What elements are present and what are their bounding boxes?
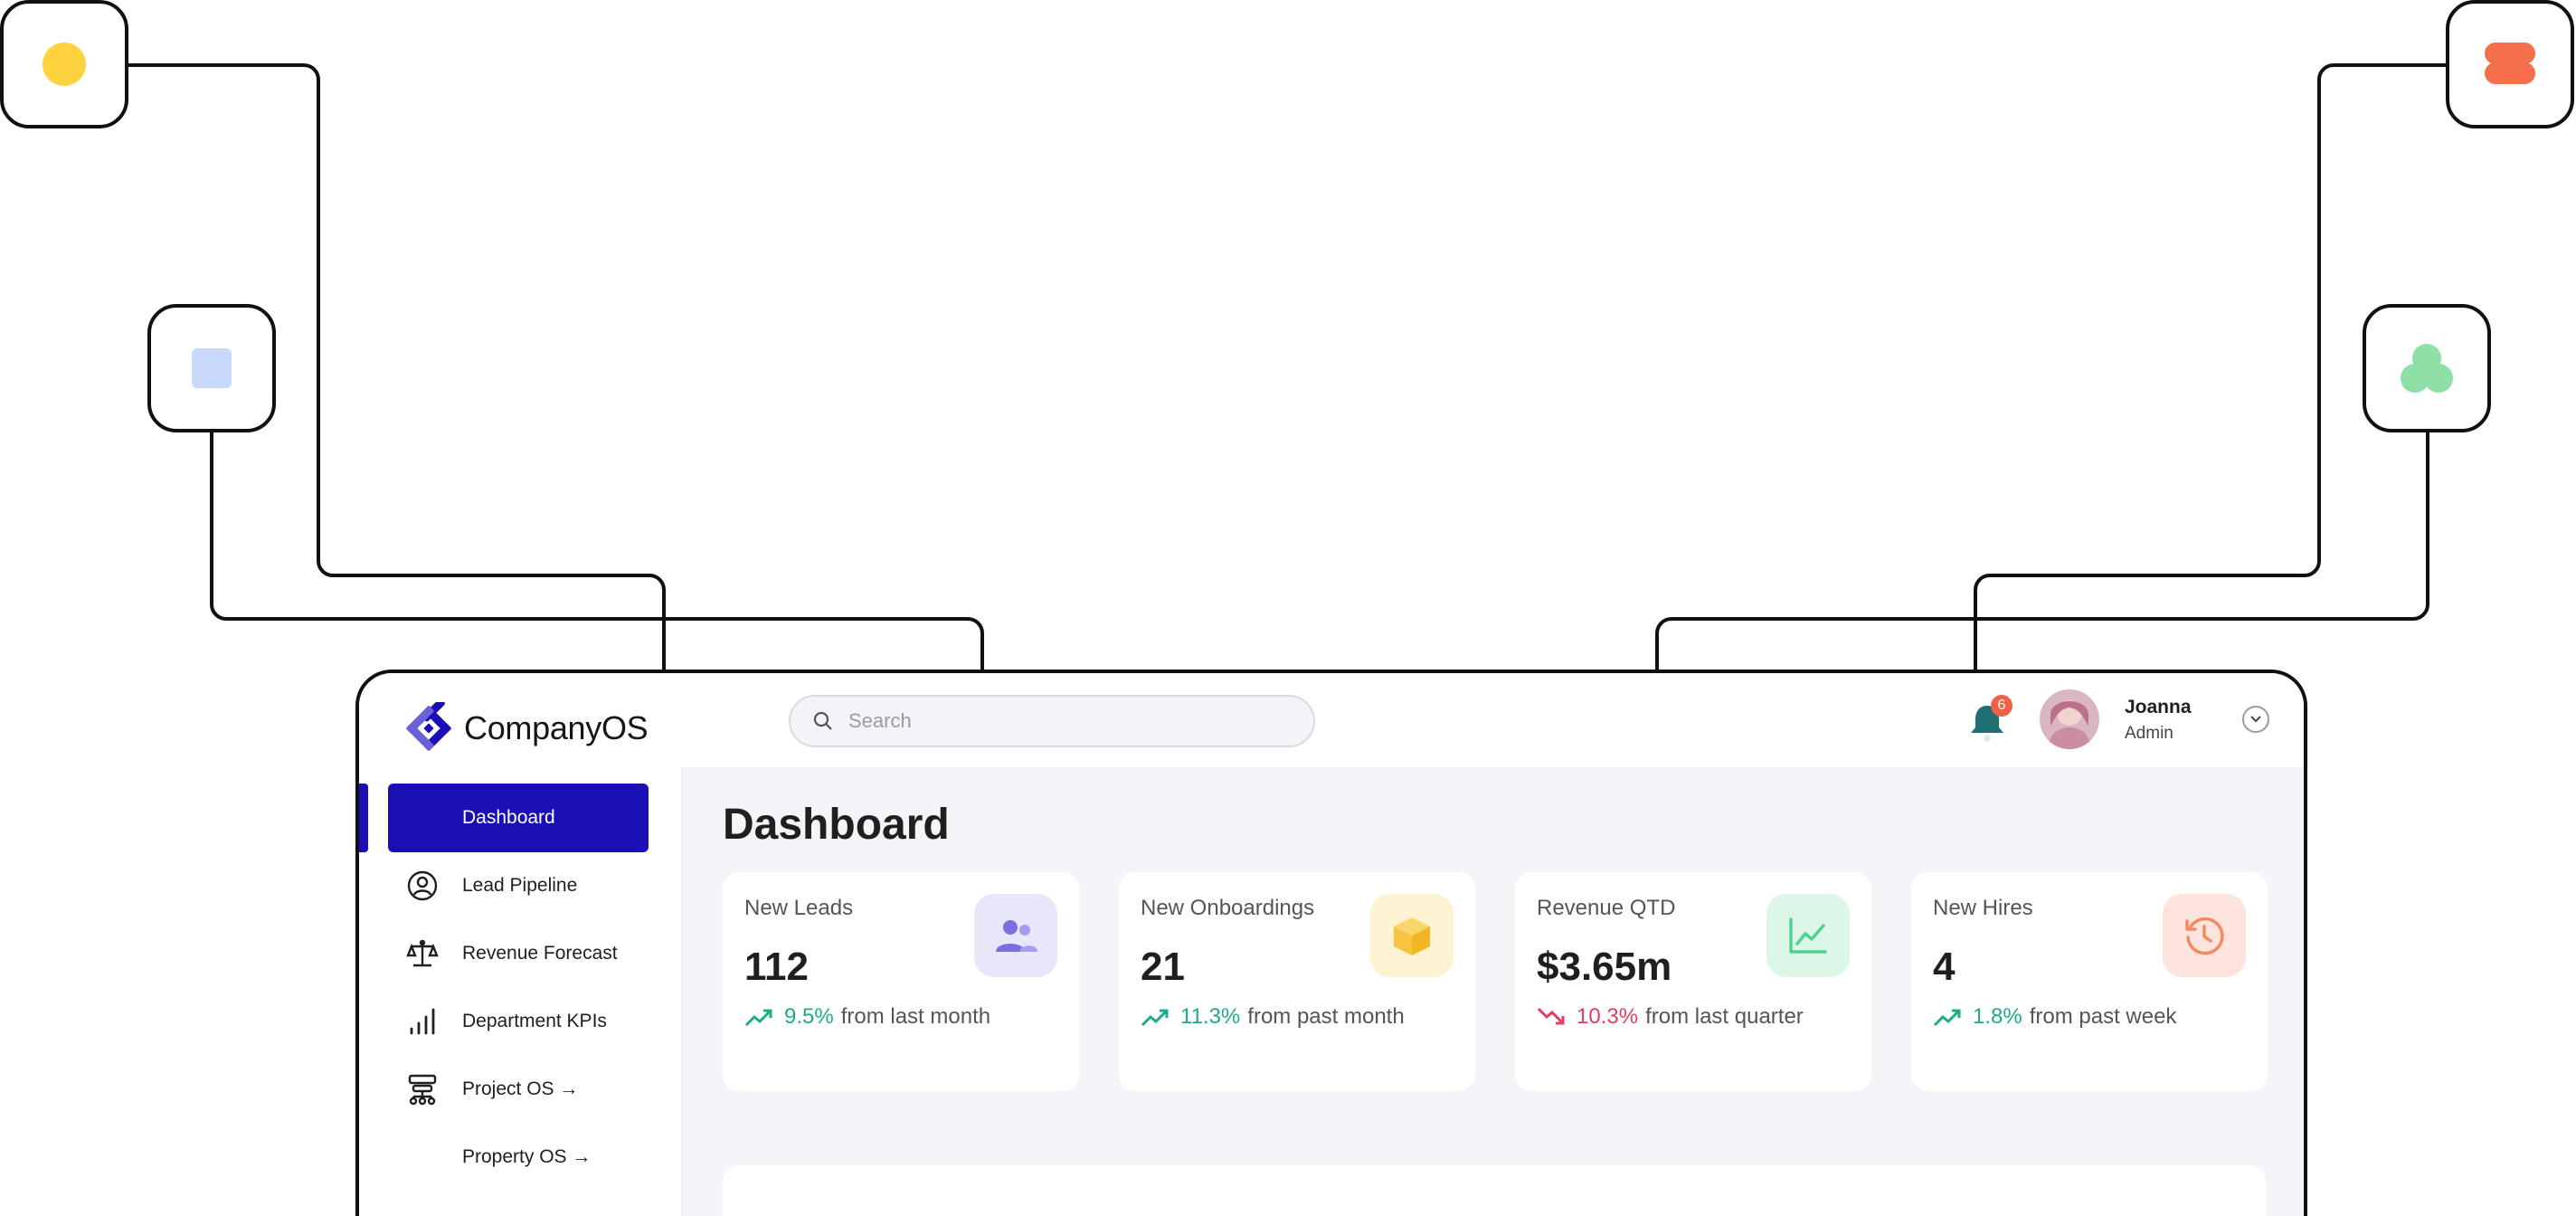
connector-blue <box>210 432 984 670</box>
sidebar: Dashboard Lead Pipeline Revenue Forecast… <box>359 767 683 1216</box>
kpi-label: Revenue QTD <box>1537 896 1676 920</box>
user-role: Admin <box>2125 724 2174 743</box>
trend-percent: 11.3% <box>1180 1004 1241 1029</box>
trend-up-icon <box>1933 1009 1961 1027</box>
notification-count-badge: 6 <box>1991 695 2012 717</box>
logo[interactable]: CompanyOS <box>402 702 649 755</box>
kpi-card-new-hires[interactable]: New Hires 4 1.8% from past week <box>1911 872 2268 1091</box>
search-box[interactable] <box>789 695 1315 747</box>
kpi-value: 4 <box>1933 945 1956 989</box>
sidebar-item-department-kpis[interactable]: Department KPIs <box>388 987 649 1056</box>
kpi-label: New Onboardings <box>1141 896 1315 920</box>
kpi-value: 21 <box>1141 945 1185 989</box>
sidebar-item-lead-pipeline[interactable]: Lead Pipeline <box>388 851 649 920</box>
signal-bars-icon <box>404 1003 440 1040</box>
sidebar-item-label: Lead Pipeline <box>462 875 578 896</box>
kpi-trend: 10.3% from last quarter <box>1537 1004 1804 1030</box>
kpi-label: New Hires <box>1933 896 2033 920</box>
app-window: CompanyOS 6 Joanna Admin <box>355 670 2307 1216</box>
active-nav-marker <box>359 784 368 852</box>
stacked-pills-icon <box>2485 43 2535 84</box>
sidebar-item-label: Dashboard <box>462 807 555 828</box>
user-circle-icon <box>404 868 440 904</box>
trend-text: from past month <box>1247 1004 1405 1029</box>
yellow-circle-icon <box>43 43 86 86</box>
lower-panel <box>723 1165 2266 1216</box>
app-tile-blue[interactable] <box>147 304 276 432</box>
trend-text: from last month <box>840 1004 991 1029</box>
search-input[interactable] <box>848 709 1283 733</box>
search-icon <box>813 711 832 730</box>
main-content: Dashboard New Leads 112 9.5% from last m… <box>683 767 2304 1216</box>
app-name: CompanyOS <box>464 709 649 746</box>
box-icon <box>1370 894 1454 977</box>
trend-percent: 10.3% <box>1577 1004 1639 1029</box>
avatar[interactable] <box>2040 689 2099 749</box>
page-title: Dashboard <box>723 801 950 849</box>
blue-square-icon <box>192 348 232 388</box>
app-tile-red[interactable] <box>2446 0 2574 128</box>
sidebar-item-label: Project OS → <box>462 1078 579 1099</box>
users-icon <box>974 894 1057 977</box>
notifications-button[interactable]: 6 <box>1967 695 2012 744</box>
scale-icon <box>404 936 440 972</box>
app-tile-yellow[interactable] <box>0 0 128 128</box>
org-chart-icon <box>404 1071 440 1107</box>
sidebar-item-project-os[interactable]: Project OS → <box>388 1055 649 1124</box>
history-icon <box>2163 894 2246 977</box>
user-menu-dropdown[interactable] <box>2242 706 2269 733</box>
sidebar-item-label: Department KPIs <box>462 1011 607 1031</box>
kpi-trend: 11.3% from past month <box>1141 1004 1405 1030</box>
kpi-value: $3.65m <box>1537 945 1672 989</box>
trend-percent: 1.8% <box>1973 1004 2022 1029</box>
trend-text: from past week <box>2029 1004 2177 1029</box>
sidebar-item-dashboard[interactable]: Dashboard <box>388 784 649 852</box>
sidebar-item-label: Revenue Forecast <box>462 943 618 964</box>
sidebar-item-label: Property OS → <box>462 1146 592 1167</box>
connector-green <box>1655 432 2429 670</box>
trend-down-icon <box>1537 1007 1565 1025</box>
logo-icon <box>406 702 451 751</box>
line-chart-icon <box>1766 894 1850 977</box>
app-tile-green[interactable] <box>2363 304 2491 432</box>
sidebar-item-property-os[interactable]: Property OS → <box>388 1123 649 1192</box>
kpi-trend: 1.8% from past week <box>1933 1004 2176 1030</box>
kpi-card-revenue-qtd[interactable]: Revenue QTD $3.65m 10.3% from last quart… <box>1515 872 1871 1091</box>
chevron-down-icon <box>2250 716 2261 723</box>
user-name: Joanna <box>2125 697 2192 717</box>
trend-percent: 9.5% <box>784 1004 834 1029</box>
kpi-value: 112 <box>744 945 809 989</box>
trend-up-icon <box>744 1009 772 1027</box>
sidebar-item-revenue-forecast[interactable]: Revenue Forecast <box>388 919 649 988</box>
kpi-trend: 9.5% from last month <box>744 1004 990 1030</box>
user-avatar-image <box>2040 689 2099 749</box>
kpi-card-new-leads[interactable]: New Leads 112 9.5% from last month <box>723 872 1079 1091</box>
top-bar: CompanyOS 6 Joanna Admin <box>359 673 2304 767</box>
kpi-card-new-onboardings[interactable]: New Onboardings 21 11.3% from past month <box>1119 872 1475 1091</box>
kpi-label: New Leads <box>744 896 854 920</box>
trend-text: from last quarter <box>1645 1004 1804 1029</box>
trefoil-icon <box>2401 344 2453 393</box>
trend-up-icon <box>1141 1009 1169 1027</box>
